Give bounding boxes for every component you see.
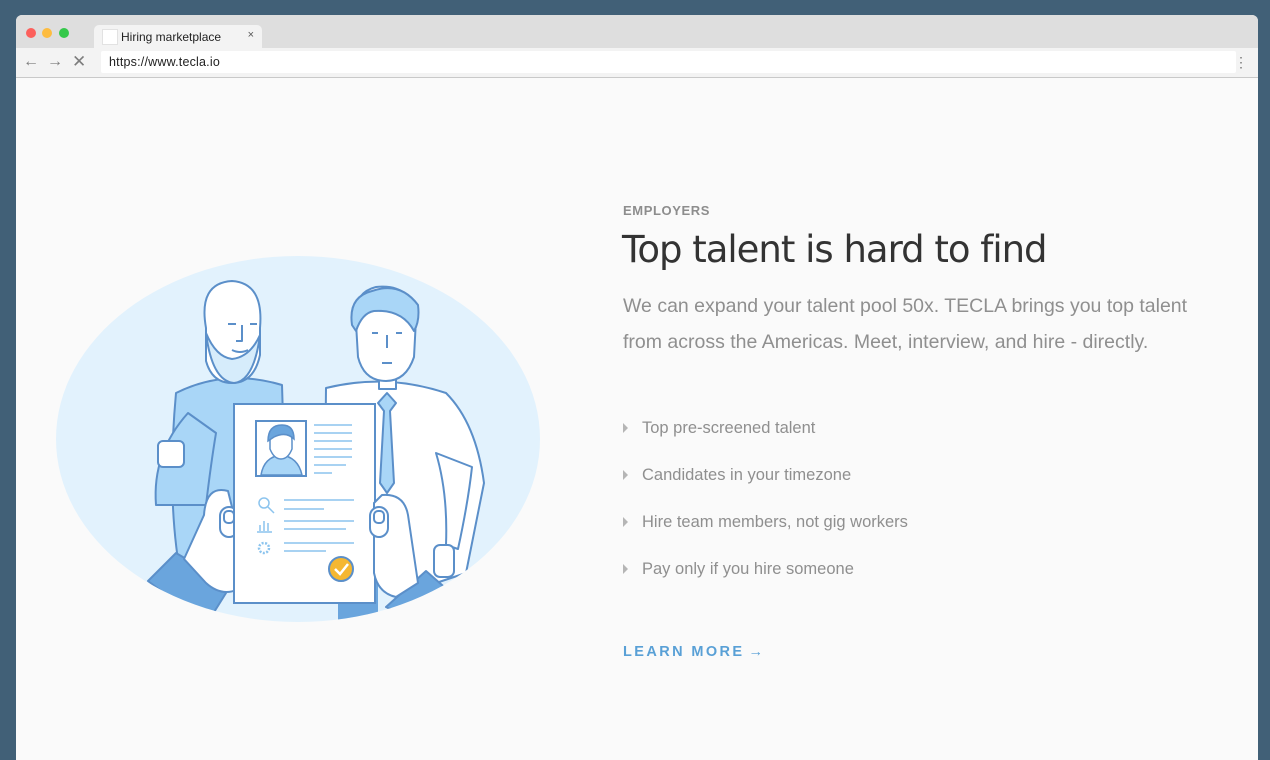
learn-more-label: LEARN MORE <box>623 644 745 660</box>
maximize-window-button[interactable] <box>59 28 69 38</box>
learn-more-link[interactable]: LEARN MORE → <box>623 644 763 660</box>
list-item: Candidates in your timezone <box>623 464 908 511</box>
minimize-window-button[interactable] <box>42 28 52 38</box>
close-window-button[interactable] <box>26 28 36 38</box>
browser-window: Hiring marketplace × ← → ✕ https://www.t… <box>16 15 1258 760</box>
chevron-right-icon <box>623 423 628 433</box>
chevron-right-icon <box>623 517 628 527</box>
browser-chrome: Hiring marketplace × ← → ✕ https://www.t… <box>16 15 1258 78</box>
browser-menu-icon[interactable]: ⋮ <box>1234 53 1248 71</box>
arrow-right-icon: → <box>748 644 763 660</box>
chevron-right-icon <box>623 470 628 480</box>
two-men-holding-resume-illustration <box>56 256 540 622</box>
list-item: Hire team members, not gig workers <box>623 511 908 558</box>
browser-toolbar: ← → ✕ https://www.tecla.io ⋮ <box>16 48 1258 77</box>
section-headline: Top talent is hard to find <box>622 228 1048 271</box>
stop-loading-icon[interactable]: ✕ <box>72 53 86 71</box>
section-eyebrow: EMPLOYERS <box>623 203 711 218</box>
list-item: Pay only if you hire someone <box>623 558 908 605</box>
section-description: We can expand your talent pool 50x. TECL… <box>623 295 1188 353</box>
tab-close-icon[interactable]: × <box>248 29 254 41</box>
url-text: https://www.tecla.io <box>109 55 220 69</box>
approved-badge-icon <box>328 556 354 582</box>
forward-arrow-icon[interactable]: → <box>47 53 63 71</box>
list-item: Top pre-screened talent <box>623 417 908 464</box>
feature-list: Top pre-screened talent Candidates in yo… <box>623 417 908 605</box>
resume-document <box>233 403 376 604</box>
chevron-right-icon <box>623 564 628 574</box>
favicon-icon <box>102 29 118 45</box>
tab-title: Hiring marketplace <box>121 30 222 44</box>
back-arrow-icon[interactable]: ← <box>23 53 39 71</box>
address-bar[interactable]: https://www.tecla.io <box>101 51 1236 73</box>
browser-tab[interactable]: Hiring marketplace × <box>94 25 262 48</box>
